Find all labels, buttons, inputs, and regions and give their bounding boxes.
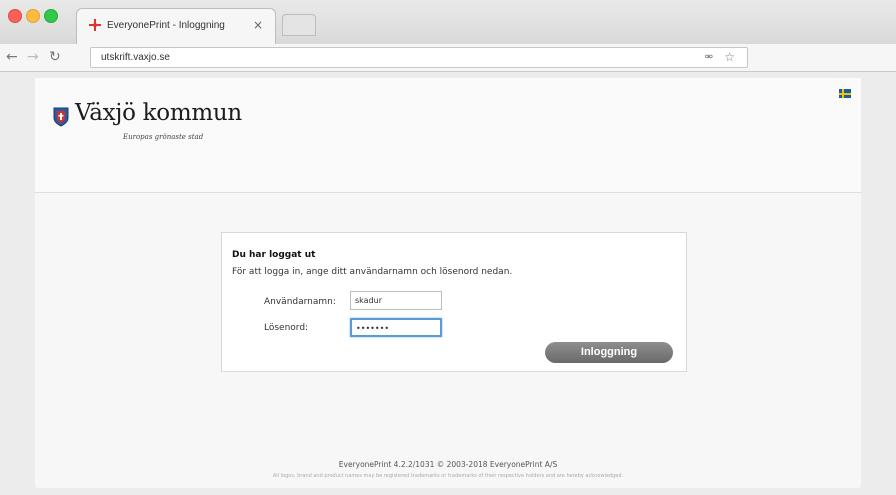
login-button[interactable]: Inloggning — [545, 342, 673, 363]
star-icon[interactable]: ☆ — [724, 50, 735, 64]
browser-toolbar: ← → ↻ utskrift.vaxjo.se ⚮ ☆ — [0, 44, 896, 72]
window-maximize-button[interactable] — [44, 9, 58, 23]
everyoneprint-favicon-icon — [89, 19, 101, 31]
page-viewport: Växjö kommun Europas grönaste stad Du ha… — [0, 72, 896, 495]
vaxjo-crest-icon — [53, 107, 69, 127]
key-icon[interactable]: ⚮ — [705, 52, 713, 63]
window-close-button[interactable] — [8, 9, 22, 23]
new-tab-button[interactable] — [282, 14, 316, 36]
back-icon[interactable]: ← — [6, 49, 18, 65]
username-input[interactable]: skadur — [350, 291, 442, 310]
username-label: Användarnamn: — [264, 297, 336, 307]
password-label: Lösenord: — [264, 323, 309, 333]
tab-title: EveryonePrint - Inloggning — [107, 20, 225, 31]
browser-tab[interactable]: EveryonePrint - Inloggning × — [76, 8, 276, 44]
url-text[interactable]: utskrift.vaxjo.se — [101, 52, 170, 63]
window-minimize-button[interactable] — [26, 9, 40, 23]
footer-legal: All logos, brand and product names may b… — [272, 473, 624, 479]
page-container: Växjö kommun Europas grönaste stad Du ha… — [35, 78, 861, 488]
brand-tagline: Europas grönaste stad — [123, 133, 204, 141]
address-bar[interactable]: utskrift.vaxjo.se ⚮ ☆ — [90, 47, 748, 68]
logout-heading: Du har loggat ut — [232, 250, 316, 260]
tab-close-icon[interactable]: × — [253, 18, 263, 32]
forward-icon[interactable]: → — [27, 49, 39, 65]
login-instructions: För att logga in, ange ditt användarnamn… — [232, 267, 513, 277]
swedish-flag-icon[interactable] — [839, 89, 851, 98]
footer-copyright: EveryonePrint 4.2.2/1031 © 2003-2018 Eve… — [338, 460, 558, 469]
reload-icon[interactable]: ↻ — [49, 49, 61, 65]
browser-titlebar: EveryonePrint - Inloggning × — [0, 0, 896, 44]
site-header: Växjö kommun Europas grönaste stad — [35, 78, 861, 193]
password-input[interactable]: ••••••• — [350, 318, 442, 337]
login-form: Du har loggat ut För att logga in, ange … — [221, 232, 687, 372]
brand-name: Växjö kommun — [75, 100, 242, 126]
